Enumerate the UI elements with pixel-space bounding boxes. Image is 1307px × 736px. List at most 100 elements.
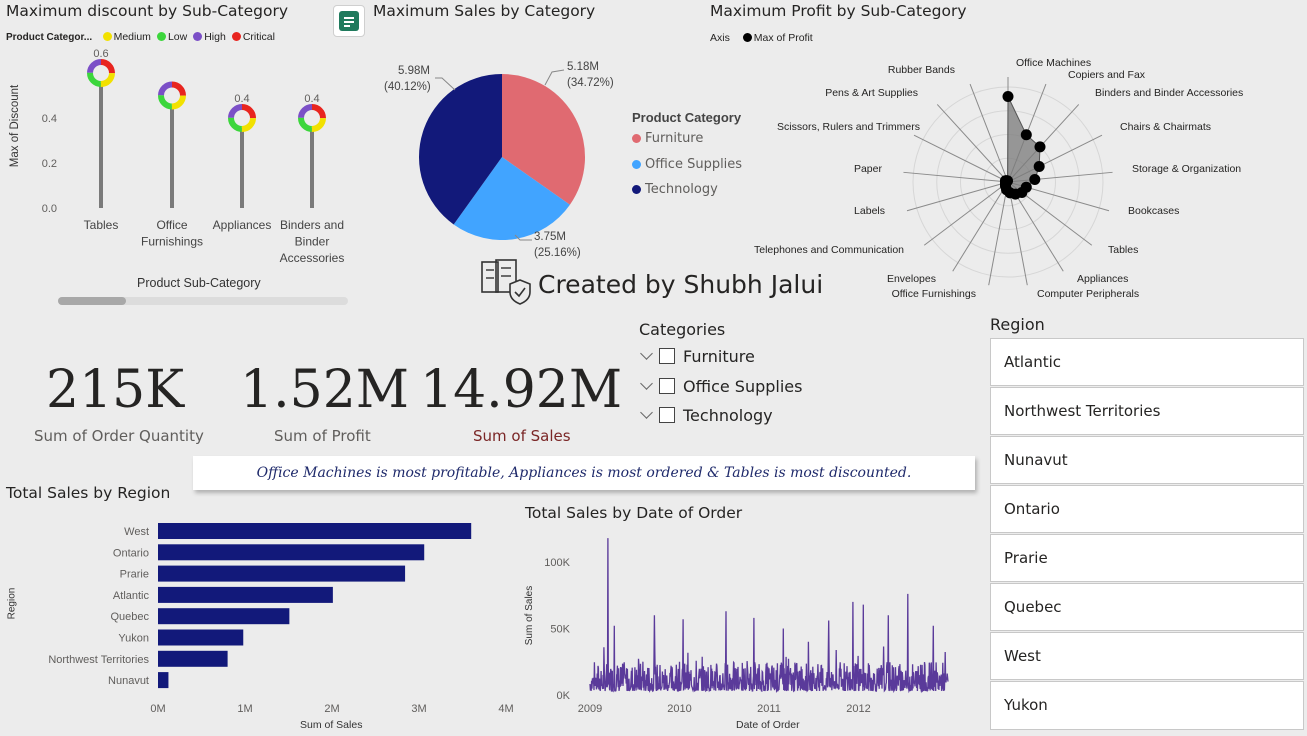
region-x-tick: 0M: [150, 703, 165, 715]
radar-axis-label: Rubber Bands: [888, 64, 955, 76]
kpi-order-quantity-label: Sum of Order Quantity: [34, 427, 204, 445]
radar-axis-label: Chairs & Chairmats: [1120, 121, 1211, 133]
region-slicer-title: Region: [990, 315, 1045, 334]
region-chart-title: Total Sales by Region: [6, 484, 171, 502]
region-category-label: Quebec: [110, 611, 149, 623]
region-item-yukon[interactable]: Yukon: [990, 681, 1304, 730]
pie-label-office-supplies: 3.75M: [534, 231, 566, 243]
region-item-northwest-territories[interactable]: Northwest Territories: [990, 387, 1304, 435]
categories-slicer-title: Categories: [639, 320, 726, 339]
category-checkbox[interactable]: [659, 348, 675, 364]
lollipop-data-label: 0.6: [93, 48, 108, 60]
radar-axis-label: Paper: [854, 163, 883, 175]
radar-data-point: [1034, 141, 1046, 153]
date-y-tick: 100K: [544, 557, 570, 569]
region-bar-northwest-territories: [158, 650, 228, 667]
discount-category-label: Office: [156, 218, 187, 232]
date-y-tick: 50K: [550, 624, 570, 636]
region-x-axis-label: Sum of Sales: [300, 719, 363, 731]
pie-pct-furniture: (34.72%): [567, 77, 614, 89]
discount-lollipop-chart: 0.0 0.2 0.4 0.6 Tables Office Furnishings 0.4 Ap…: [42, 48, 345, 265]
radar-axis-label: Office Furnishings: [892, 288, 976, 300]
focus-mode-button[interactable]: [333, 5, 365, 37]
radar-axis-label: Labels: [854, 205, 885, 217]
pie-leader-line: [544, 69, 565, 86]
category-item-furniture[interactable]: Furniture: [638, 347, 755, 366]
region-category-label: Prarie: [120, 569, 149, 581]
pie-pct-office-supplies: (25.16%): [534, 247, 581, 259]
date-x-tick: 2011: [757, 703, 781, 715]
chevron-down-icon[interactable]: [640, 347, 653, 360]
radar-axis-label: Computer Peripherals: [1037, 288, 1139, 300]
pie-pct-technology: (40.12%): [384, 81, 431, 93]
discount-scrollbar-thumb[interactable]: [58, 297, 126, 305]
region-bar-quebec: [158, 608, 290, 625]
date-chart-title: Total Sales by Date of Order: [525, 504, 743, 522]
radar-axis-label: Storage & Organization: [1132, 163, 1241, 175]
region-item-prarie[interactable]: Prarie: [990, 534, 1304, 582]
discount-chart-title: Maximum discount by Sub-Category: [6, 2, 289, 20]
radar-axis-label: Pens & Art Supplies: [825, 87, 918, 99]
radar-axis-label: Telephones and Communication: [754, 244, 904, 256]
region-item-quebec[interactable]: Quebec: [990, 583, 1304, 631]
radar-axis-label: Envelopes: [887, 273, 936, 285]
date-x-axis-label: Date of Order: [736, 719, 800, 731]
category-item-technology[interactable]: Technology: [638, 406, 773, 425]
region-x-tick: 2M: [324, 703, 339, 715]
date-x-tick: 2012: [846, 703, 870, 715]
lollipop-data-label: 0.4: [304, 93, 319, 105]
region-x-tick: 4M: [498, 703, 513, 715]
discount-category-label: Accessories: [280, 251, 345, 265]
discount-category-label: Appliances: [213, 218, 272, 232]
region-category-label: Northwest Territories: [48, 654, 149, 666]
radar-axis-label: Copiers and Fax: [1068, 69, 1146, 81]
region-category-label: Ontario: [113, 547, 149, 559]
radar-chart-title: Maximum Profit by Sub-Category: [710, 2, 967, 20]
category-checkbox[interactable]: [659, 378, 675, 394]
kpi-sales-label: Sum of Sales: [473, 427, 571, 445]
region-y-axis-label: Region: [6, 587, 18, 620]
discount-y-axis-label: Max of Discount: [9, 84, 22, 168]
region-x-tick: 3M: [411, 703, 426, 715]
radar-axis-label: Bookcases: [1128, 205, 1179, 217]
report-icon: [339, 11, 359, 31]
category-checkbox[interactable]: [659, 407, 675, 423]
region-item-west[interactable]: West: [990, 632, 1304, 680]
region-item-atlantic[interactable]: Atlantic: [990, 338, 1304, 386]
pie-chart-title: Maximum Sales by Category: [373, 2, 596, 20]
region-bar-ontario: [158, 544, 425, 561]
category-item-office-supplies[interactable]: Office Supplies: [638, 377, 802, 396]
date-x-tick: 2009: [578, 703, 602, 715]
insight-text: Office Machines is most profitable, Appl…: [256, 465, 912, 481]
chevron-down-icon[interactable]: [640, 406, 653, 419]
discount-y-tick: 0.2: [42, 158, 57, 170]
region-category-label: Nunavut: [108, 675, 149, 687]
region-bar-yukon: [158, 629, 244, 646]
radar-data-point: [1002, 175, 1014, 187]
date-sales-line: [589, 538, 949, 694]
region-item-ontario[interactable]: Ontario: [990, 485, 1304, 533]
discount-category-label: Binders and: [280, 218, 344, 232]
region-item-nunavut[interactable]: Nunavut: [990, 436, 1304, 484]
kpi-sales-value: 14.92M: [420, 360, 623, 420]
date-y-axis-label: Sum of Sales: [524, 585, 536, 646]
region-bar-prarie: [158, 565, 406, 582]
insight-banner: Office Machines is most profitable, Appl…: [193, 456, 975, 490]
discount-scrollbar[interactable]: [58, 297, 348, 305]
radar-spoke: [923, 181, 1009, 246]
chevron-down-icon[interactable]: [640, 377, 653, 390]
discount-y-tick: 0.4: [42, 113, 57, 125]
building-shield-icon: [481, 259, 531, 305]
radar-axis-label: Tables: [1108, 244, 1138, 256]
radar-axis-label: Appliances: [1077, 273, 1128, 285]
discount-category-label: Furnishings: [141, 235, 203, 249]
discount-y-tick: 0.0: [42, 203, 57, 215]
region-bar-atlantic: [158, 586, 333, 603]
radar-axis-label: Scissors, Rulers and Trimmers: [777, 121, 920, 133]
radar-data-point: [1002, 91, 1014, 102]
radar-data-point: [1033, 160, 1045, 172]
date-y-tick: 0K: [557, 690, 571, 702]
credit-text: Created by Shubh Jalui: [538, 270, 824, 299]
pie-leader-line: [435, 77, 456, 91]
discount-x-axis-label: Product Sub-Category: [137, 276, 261, 290]
